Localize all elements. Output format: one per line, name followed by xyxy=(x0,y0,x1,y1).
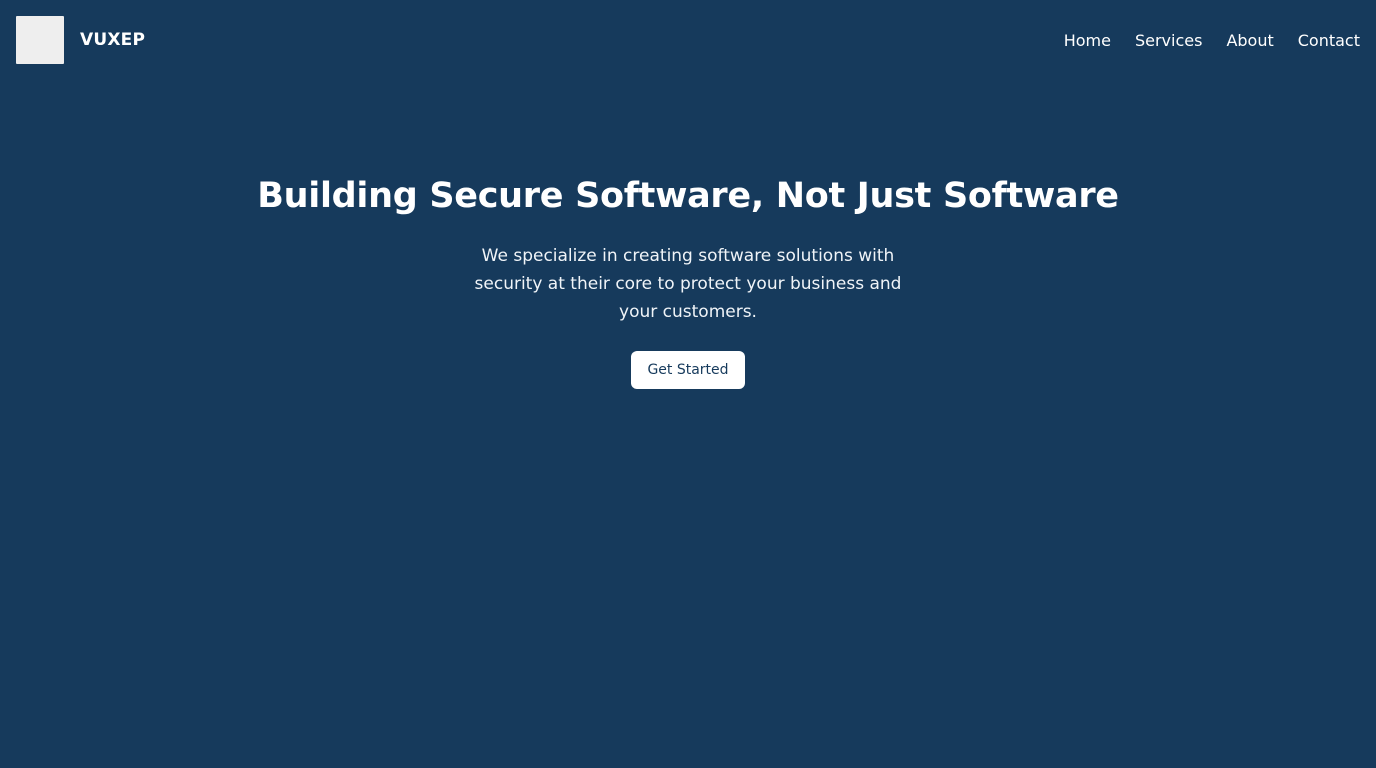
nav-link-services[interactable]: Services xyxy=(1135,31,1202,50)
site-header: VUXEP Home Services About Contact xyxy=(0,0,1376,80)
nav-link-about[interactable]: About xyxy=(1226,31,1273,50)
hero-section: Building Secure Software, Not Just Softw… xyxy=(0,170,1376,389)
brand-name[interactable]: VUXEP xyxy=(80,30,145,50)
nav-link-home[interactable]: Home xyxy=(1064,31,1111,50)
brand[interactable]: VUXEP xyxy=(16,16,145,64)
get-started-button[interactable]: Get Started xyxy=(631,351,745,389)
hero-title: Building Secure Software, Not Just Softw… xyxy=(257,176,1119,216)
nav-link-contact[interactable]: Contact xyxy=(1298,31,1360,50)
main-nav: Home Services About Contact xyxy=(1040,31,1360,50)
logo-image[interactable] xyxy=(16,16,64,64)
hero-subtitle: We specialize in creating software solut… xyxy=(474,246,902,322)
